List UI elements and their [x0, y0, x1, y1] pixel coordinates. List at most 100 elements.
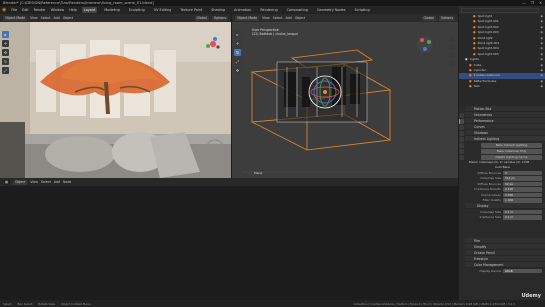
pan-hand-icon[interactable]	[449, 44, 455, 50]
output-tab-icon[interactable]	[459, 125, 464, 130]
cursor-tool-icon[interactable]: ✛	[2, 40, 9, 47]
bake-cubemap-button[interactable]: Bake Cubemap Only	[481, 149, 542, 154]
transform-orientation-right[interactable]: Global	[421, 15, 436, 21]
property-label: Cubemap Size	[480, 176, 501, 181]
property-value-field[interactable]: 32 px	[503, 181, 542, 186]
status-rotate-view: Rotate View	[38, 301, 56, 306]
menu-select[interactable]: Select	[41, 16, 51, 20]
outliner-item[interactable]: ● Text ◉	[459, 84, 545, 89]
transform-tool-icon[interactable]: ✥	[234, 67, 241, 74]
menu-select-right[interactable]: Select	[273, 16, 283, 20]
properties-panel: Motion Blur Volumetrics Performance Curv…	[459, 106, 545, 307]
navigation-gizmo[interactable]	[205, 36, 221, 52]
mode-select-right[interactable]: Object Mode	[235, 15, 260, 21]
display-props: Cubemap Size 0.1 m Irradiance Size 0.1 m	[465, 209, 545, 220]
menu-add-right[interactable]: Add	[286, 16, 292, 20]
section-indirect-lighting[interactable]: Indirect Lighting	[465, 136, 545, 142]
menu-object-right[interactable]: Object	[295, 16, 305, 20]
bottom-editor[interactable]: ▦ Object View Select Add Node	[0, 178, 458, 301]
viewport-nav-buttons	[449, 36, 455, 66]
viewport-header-right: Object Mode View Select Add Object Globa…	[232, 14, 458, 22]
render-viewport[interactable]: Object Mode View Select Add Object Globa…	[0, 14, 231, 178]
bake-indirect-lighting-button[interactable]: Bake Indirect Lighting	[481, 143, 542, 148]
editor-type-icon[interactable]: ▦	[3, 179, 11, 185]
property-row: Cubemap Size 512 px	[465, 176, 545, 182]
tab-sculpting[interactable]: Sculpting	[127, 7, 147, 13]
scene-tab-icon[interactable]	[459, 137, 464, 142]
menu-object[interactable]: Object	[63, 16, 73, 20]
tab-scripting[interactable]: Scripting	[353, 7, 372, 13]
watermark-logo: Udemy	[521, 293, 542, 299]
window-title: Blender* [C:\DESIGN\Reference\Tuto\Rende…	[3, 1, 154, 5]
grid-icon[interactable]	[449, 60, 455, 66]
menu-edit[interactable]: Edit	[22, 8, 29, 12]
menu-window[interactable]: Window	[51, 8, 64, 12]
tab-compositing[interactable]: Compositing	[285, 7, 310, 13]
collection-icon: ▣	[465, 57, 468, 62]
menu-help[interactable]: Help	[69, 8, 77, 12]
select-tool-icon[interactable]: ▸	[234, 31, 241, 38]
property-value-field[interactable]: 0.000	[503, 192, 542, 197]
blender-logo-icon[interactable]: ◉	[2, 7, 6, 13]
tab-uv-editing[interactable]: UV Editing	[152, 7, 174, 13]
bottom-mode-select[interactable]: Object	[13, 179, 28, 185]
world-tab-icon[interactable]	[459, 143, 464, 148]
menu-view-right[interactable]: View	[262, 16, 270, 20]
rotate-tool-icon[interactable]: ↻	[234, 49, 241, 56]
visibility-eye-icon[interactable]: ◉	[540, 84, 543, 89]
status-scene-stats: Collection | IrradianceVolume | Verts 0 …	[353, 301, 515, 306]
status-box-select: Box Select	[17, 301, 33, 306]
tab-texture-paint[interactable]: Texture Paint	[178, 7, 204, 13]
camera-icon[interactable]	[449, 52, 455, 58]
tool-tab-icon[interactable]	[459, 113, 464, 118]
options-menu-right[interactable]: Options	[438, 15, 455, 21]
property-value-field[interactable]: 512 px	[503, 176, 542, 181]
cursor-tool-icon[interactable]: ✛	[234, 40, 241, 47]
property-label: Filter Quality	[482, 198, 501, 203]
scale-tool-icon[interactable]: ⤢	[2, 67, 9, 74]
property-value-field[interactable]: 0.1 m	[503, 209, 542, 214]
bottom-editor-header: ▦ Object View Select Add Node	[0, 178, 458, 186]
tab-layout[interactable]: Layout	[81, 7, 98, 13]
mode-select[interactable]: Object Mode	[3, 15, 28, 21]
display-device-value[interactable]: sRGB	[503, 268, 542, 273]
bottom-menu-view[interactable]: View	[30, 180, 38, 184]
tab-geometry-nodes[interactable]: Geometry Nodes	[315, 7, 348, 13]
bottom-menu-select[interactable]: Select	[41, 180, 51, 184]
property-value-field[interactable]: 3	[503, 170, 542, 175]
3d-viewport[interactable]: Object Mode View Select Add Object Globa…	[232, 14, 458, 178]
object-icon: ●	[469, 84, 472, 89]
modifier-tab-icon[interactable]	[459, 155, 464, 160]
bottom-menu-add[interactable]: Add	[54, 180, 60, 184]
transform-orientation[interactable]: Global	[194, 15, 209, 21]
status-context-menu: Object Context Menu	[61, 301, 91, 306]
left-toolbar: ▸ ✛ ✥ ↻ ⤢	[2, 31, 9, 74]
tab-shading[interactable]: Shading	[209, 7, 227, 13]
options-menu[interactable]: Options	[211, 15, 228, 21]
menu-add[interactable]: Add	[54, 16, 60, 20]
outliner-search-input[interactable]	[461, 7, 539, 13]
outliner-list: ● Spot.light ◉ ● Spot.light.001 ◉ ● Spot.light.…	[459, 14, 545, 89]
tab-rendering[interactable]: Rendering	[258, 7, 279, 13]
rotate-tool-icon[interactable]: ↻	[2, 58, 9, 65]
tab-animation[interactable]: Animation	[232, 7, 253, 13]
display-device-field: Display Device sRGB	[465, 268, 545, 274]
menu-file[interactable]: File	[11, 8, 17, 12]
property-value-field[interactable]: 1.000	[503, 198, 542, 203]
move-tool-icon[interactable]: ✥	[2, 49, 9, 56]
display-device-label: Display Device	[479, 268, 501, 273]
render-tab-icon[interactable]	[459, 119, 464, 124]
property-value-field[interactable]: 0.100	[503, 187, 542, 192]
scale-tool-icon[interactable]: ⤢	[234, 58, 241, 65]
object-tab-icon[interactable]	[459, 149, 464, 154]
select-tool-icon[interactable]: ▸	[2, 31, 9, 38]
navigation-gizmo-right[interactable]	[416, 36, 434, 54]
zoom-icon[interactable]	[449, 36, 455, 42]
tab-modeling[interactable]: Modeling	[102, 7, 121, 13]
bottom-menu-node[interactable]: Node	[63, 180, 71, 184]
view-layer-tab-icon[interactable]	[459, 131, 464, 136]
menu-render[interactable]: Render	[34, 8, 46, 12]
property-value-field[interactable]: 0.1 m	[503, 215, 542, 220]
menu-view[interactable]: View	[30, 16, 38, 20]
property-row: Irradiance Size 0.1 m	[465, 215, 545, 221]
